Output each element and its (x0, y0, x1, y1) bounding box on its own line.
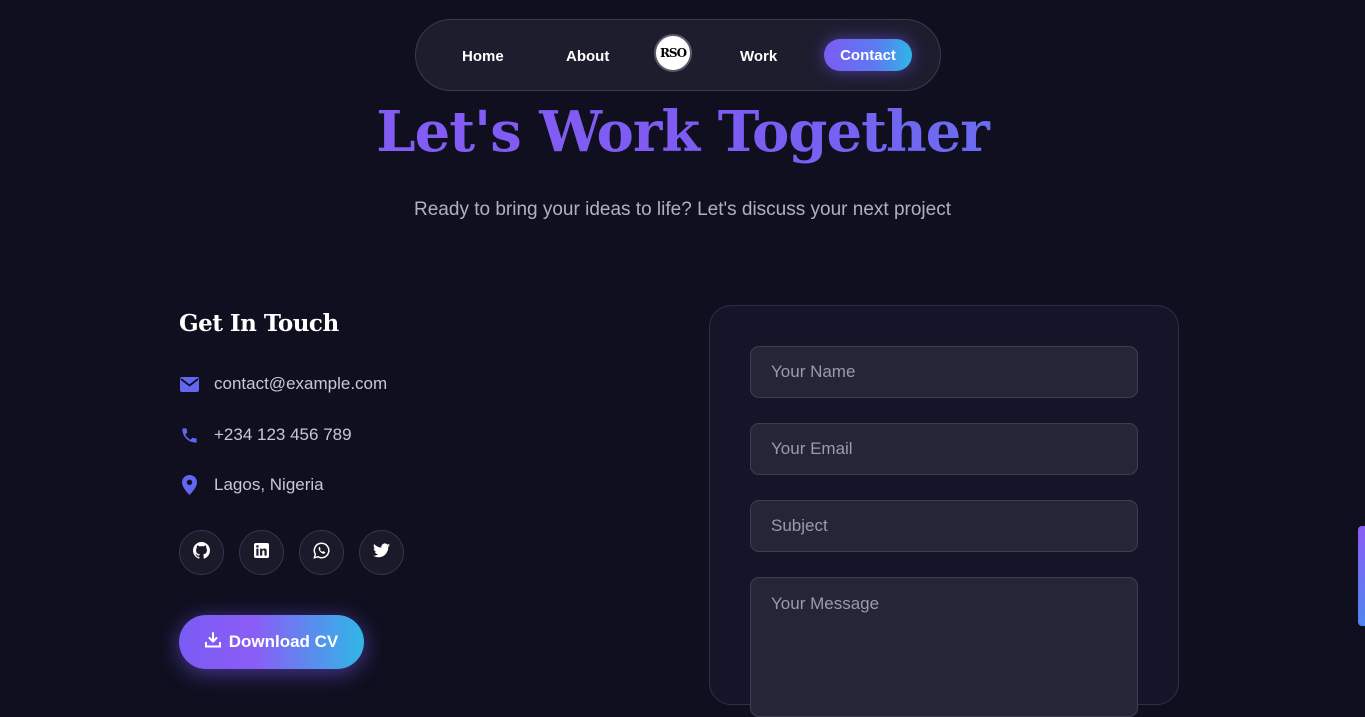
message-textarea[interactable]: Your Message (750, 577, 1138, 717)
logo-text: RSO (659, 46, 687, 60)
nav-contact-button[interactable]: Contact (824, 39, 912, 71)
download-icon (204, 631, 221, 653)
nav-about-link[interactable]: About (566, 48, 609, 65)
contact-phone-row: +234 123 456 789 (179, 425, 352, 445)
logo[interactable]: RSO (654, 34, 692, 72)
contact-email-row: contact@example.com (179, 374, 387, 394)
whatsapp-icon (313, 542, 330, 564)
top-nav: Home About RSO Work Contact (415, 19, 941, 91)
github-link[interactable] (179, 530, 224, 575)
contact-location-row: Lagos, Nigeria (179, 475, 324, 495)
linkedin-icon (254, 542, 269, 563)
twitter-icon (373, 543, 390, 563)
social-links (179, 530, 404, 575)
contact-phone[interactable]: +234 123 456 789 (214, 425, 352, 445)
contact-form: Your Name Your Email Subject Your Messag… (709, 305, 1179, 717)
github-icon (193, 541, 211, 564)
nav-home-link[interactable]: Home (462, 48, 504, 65)
whatsapp-link[interactable] (299, 530, 344, 575)
email-input[interactable]: Your Email (750, 423, 1138, 475)
hero-title: Let's Work Together (0, 96, 1365, 168)
get-in-touch-heading: Get In Touch (179, 310, 339, 337)
name-input[interactable]: Your Name (750, 346, 1138, 398)
contact-location: Lagos, Nigeria (214, 475, 324, 494)
phone-icon (179, 425, 199, 445)
map-pin-icon (179, 475, 199, 495)
contact-email[interactable]: contact@example.com (214, 374, 387, 394)
download-cv-label: Download CV (228, 632, 339, 651)
hero-subtitle: Ready to bring your ideas to life? Let's… (414, 199, 951, 220)
subject-input[interactable]: Subject (750, 500, 1138, 552)
nav-work-link[interactable]: Work (740, 48, 777, 65)
download-cv-button[interactable]: Download CV (179, 615, 364, 669)
linkedin-link[interactable] (239, 530, 284, 575)
envelope-icon (179, 374, 199, 394)
scroll-progress-indicator[interactable] (1358, 526, 1365, 626)
twitter-link[interactable] (359, 530, 404, 575)
